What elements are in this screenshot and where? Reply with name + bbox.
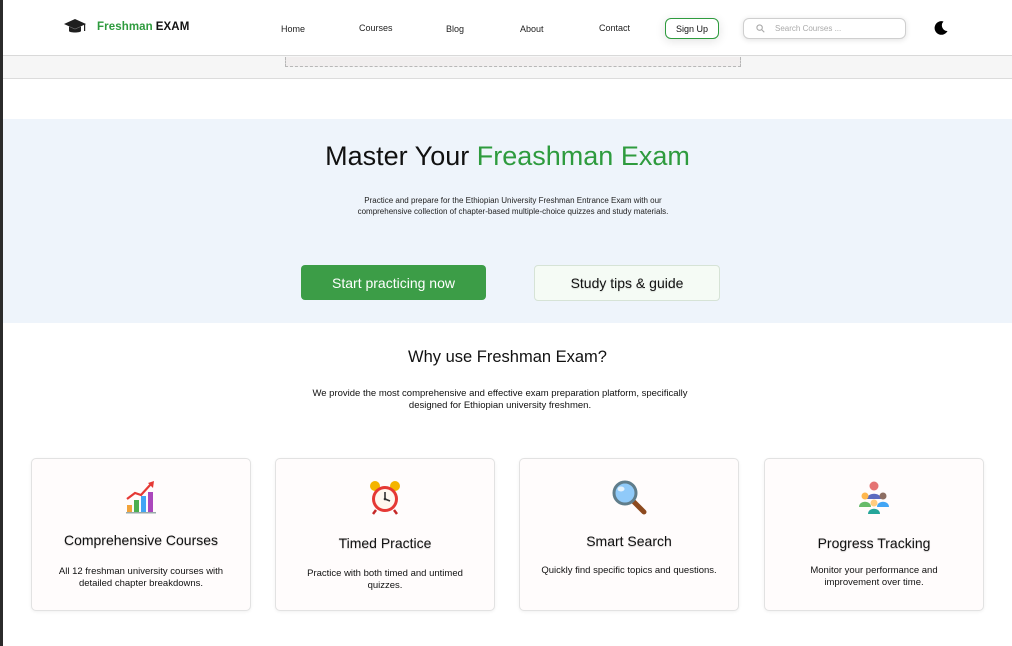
magnifying-glass-icon [612, 480, 647, 515]
feature-title: Timed Practice [338, 535, 432, 551]
hero-subtitle: Practice and prepare for the Ethiopian U… [357, 196, 669, 216]
feature-title: Smart Search [586, 533, 672, 549]
feature-card-progress-tracking[interactable]: Progress Tracking Monitor your performan… [764, 458, 984, 611]
sub-bar [3, 56, 1012, 79]
alarm-clock-icon [370, 481, 400, 515]
nav-about[interactable]: About [520, 24, 544, 34]
feature-icon-wrap [765, 479, 983, 515]
feature-title: Comprehensive Courses [63, 532, 219, 548]
brand-name-part1: Freshman [97, 21, 153, 33]
feature-card-smart-search[interactable]: Smart Search Quickly find specific topic… [519, 458, 739, 611]
hero-title: Master Your Freashman Exam [3, 141, 1012, 172]
feature-icon-wrap [520, 479, 738, 515]
start-practicing-button[interactable]: Start practicing now [301, 265, 486, 300]
feature-icon-wrap [32, 479, 250, 515]
people-progress-icon [859, 481, 889, 514]
signup-button[interactable]: Sign Up [665, 18, 719, 39]
why-subtitle: We provide the most comprehensive and ef… [312, 388, 688, 411]
why-title: Why use Freshman Exam? [408, 348, 607, 366]
nav-courses[interactable]: Courses [359, 23, 393, 33]
graduation-cap-icon [64, 19, 86, 33]
hero-section: Master Your Freashman Exam Practice and … [3, 119, 1012, 323]
feature-description: Monitor your performance and improvement… [810, 565, 938, 588]
window-left-edge [0, 0, 3, 646]
search-icon [756, 24, 765, 33]
brand-logo[interactable]: Freshman EXAM [63, 17, 189, 37]
feature-card-comprehensive-courses[interactable]: Comprehensive Courses All 12 freshman un… [31, 458, 251, 611]
feature-description: All 12 freshman university courses with … [58, 566, 224, 589]
search-box[interactable] [743, 18, 906, 39]
placeholder-dashed-area [285, 57, 741, 67]
brand-name-part2: EXAM [155, 21, 190, 33]
search-input[interactable] [775, 24, 905, 33]
hero-title-part2: Freashman Exam [476, 141, 690, 171]
nav-home[interactable]: Home [281, 24, 305, 34]
feature-card-timed-practice[interactable]: Timed Practice Practice with both timed … [275, 458, 495, 611]
nav-contact[interactable]: Contact [599, 23, 630, 33]
study-tips-button[interactable]: Study tips & guide [534, 265, 720, 301]
moon-icon[interactable] [933, 20, 949, 36]
hero-title-part1: Master Your [325, 141, 470, 171]
top-navbar: Freshman EXAM Home Courses Blog About Con… [3, 0, 1012, 56]
bar-chart-growth-icon [126, 481, 156, 514]
feature-description: Quickly find specific topics and questio… [541, 565, 717, 576]
feature-title: Progress Tracking [817, 535, 931, 551]
feature-icon-wrap [276, 479, 494, 515]
brand-name: Freshman EXAM [97, 21, 189, 33]
nav-blog[interactable]: Blog [446, 24, 464, 34]
feature-description: Practice with both timed and untimed qui… [307, 568, 463, 591]
